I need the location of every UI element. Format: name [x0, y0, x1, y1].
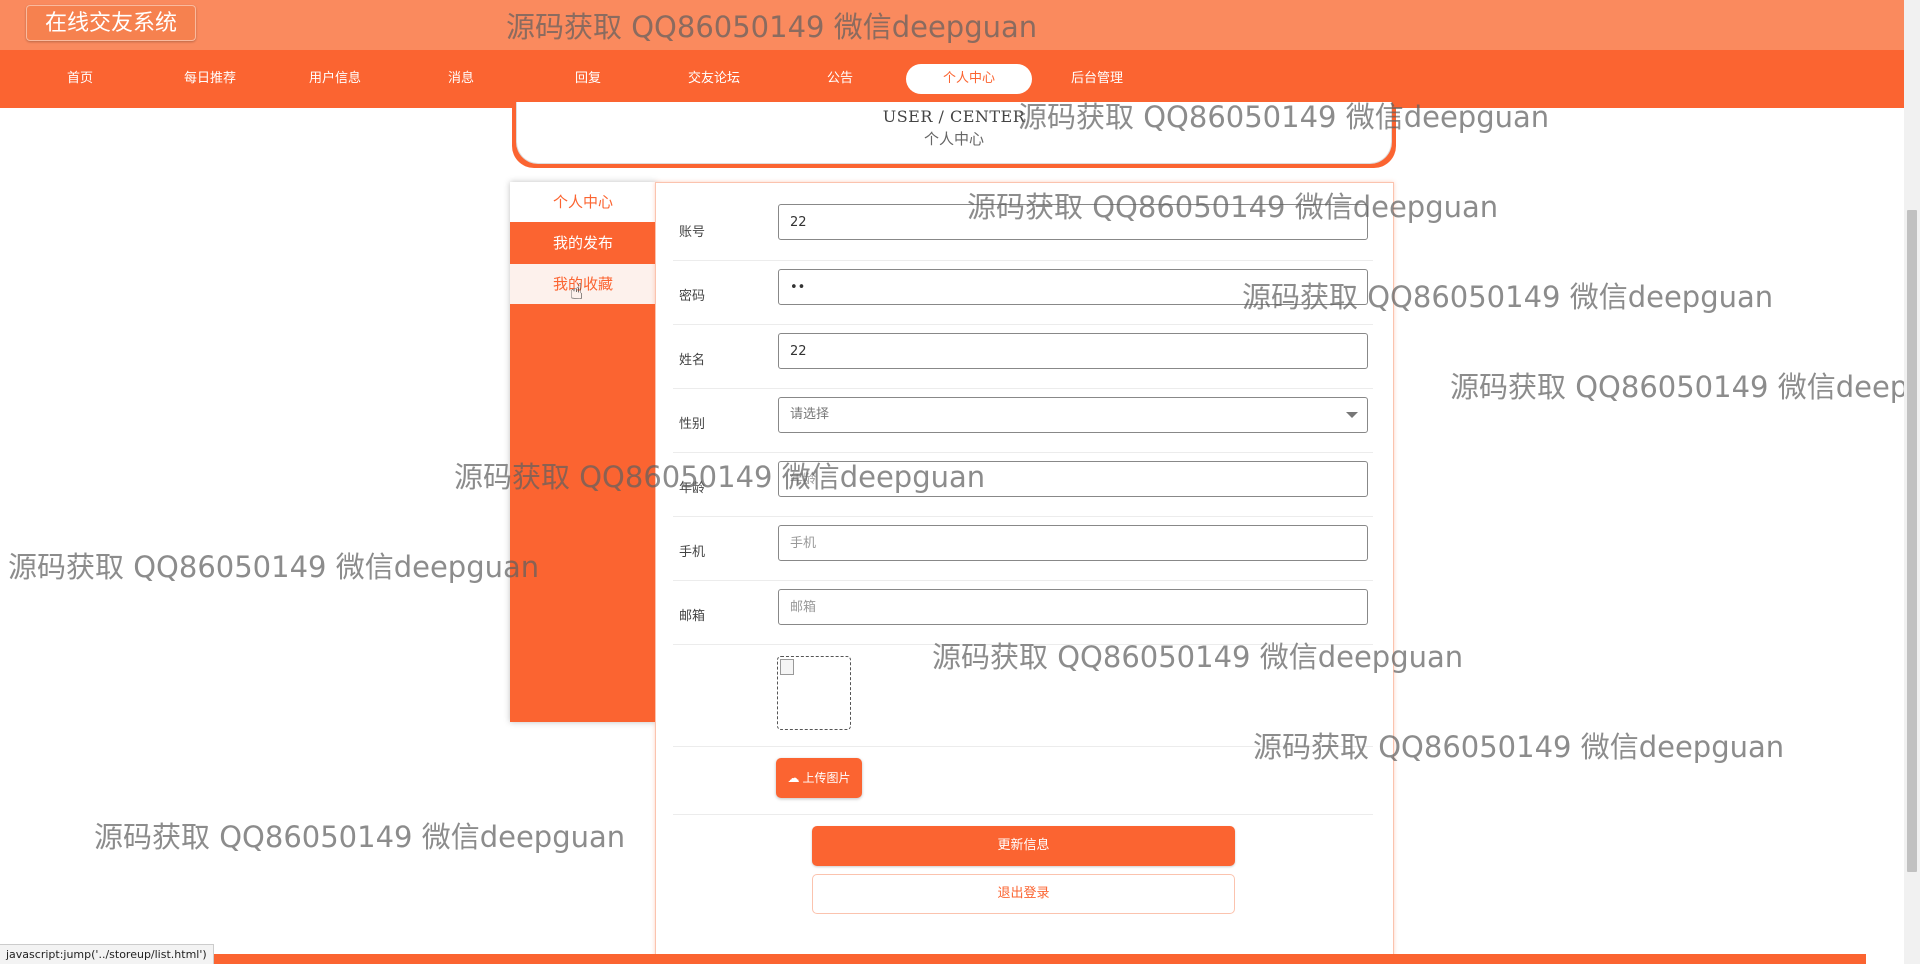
broken-image-icon [780, 659, 794, 675]
nav-item-home[interactable]: 首页 [36, 64, 124, 94]
browser-status-bar: javascript:jump('../storeup/list.html') [0, 944, 214, 964]
watermark: 源码获取 QQ86050149 微信deepguan [1450, 370, 1904, 404]
gender-select[interactable]: 请选择 [778, 397, 1368, 433]
chevron-down-icon [1346, 412, 1358, 418]
nav-item-messages[interactable]: 消息 [416, 64, 506, 94]
nav-item-notice[interactable]: 公告 [795, 64, 885, 94]
watermark: 源码获取 QQ86050149 微信deepguan [94, 820, 626, 854]
update-info-button[interactable]: 更新信息 [812, 826, 1235, 866]
page: 在线交友系统 首页 每日推荐 用户信息 消息 回复 交友论坛 公告 个人中心 后… [0, 0, 1920, 964]
nav-bar: 首页 每日推荐 用户信息 消息 回复 交友论坛 公告 个人中心 后台管理 [0, 50, 1904, 108]
form-row-gender: 性别 请选择 [673, 389, 1373, 453]
form-row-name: 姓名 [673, 325, 1373, 389]
gender-selected-value: 请选择 [790, 407, 830, 422]
banner-title-en: USER / CENTER [882, 107, 1026, 126]
side-item-user-center[interactable]: 个人中心 [510, 182, 656, 222]
cloud-upload-icon: ☁ [787, 771, 800, 785]
form-row-age: 年龄 [673, 453, 1373, 517]
age-input[interactable] [778, 461, 1368, 497]
side-item-my-posts[interactable]: 我的发布 [510, 223, 656, 263]
form-row-phone: 手机 [673, 517, 1373, 581]
phone-label: 手机 [679, 545, 706, 560]
account-input[interactable] [778, 204, 1368, 240]
nav-item-replies[interactable]: 回复 [543, 64, 633, 94]
email-label: 邮箱 [679, 609, 706, 624]
banner-title-cn: 个人中心 [923, 130, 984, 148]
email-input[interactable] [778, 589, 1368, 625]
watermark: 源码获取 QQ86050149 微信deepguan [8, 550, 540, 584]
footer-bar [0, 954, 1866, 964]
phone-input[interactable] [778, 525, 1368, 561]
upload-image-label: 上传图片 [802, 771, 851, 785]
nav-item-user-center[interactable]: 个人中心 [906, 64, 1032, 94]
form-row-email: 邮箱 [673, 581, 1373, 645]
account-label: 账号 [679, 225, 706, 240]
age-label: 年龄 [679, 481, 706, 496]
password-input[interactable] [778, 269, 1368, 305]
nav-item-user-info[interactable]: 用户信息 [290, 64, 380, 94]
gender-label: 性别 [679, 417, 706, 432]
scrollbar-thumb[interactable] [1907, 210, 1917, 872]
nav-item-admin[interactable]: 后台管理 [1050, 64, 1144, 94]
nav-item-daily-recommend[interactable]: 每日推荐 [163, 64, 257, 94]
form-row-account: 账号 [673, 197, 1373, 261]
form-row-password: 密码 [673, 261, 1373, 325]
title-bar: 在线交友系统 [0, 0, 1904, 50]
side-menu: 个人中心 我的发布 我的收藏 [510, 182, 656, 722]
name-input[interactable] [778, 333, 1368, 369]
name-label: 姓名 [679, 353, 706, 368]
hand-pointer-cursor-icon: ☝ [570, 280, 584, 305]
password-label: 密码 [679, 289, 706, 304]
logout-button[interactable]: 退出登录 [812, 874, 1235, 914]
upload-image-button[interactable]: ☁ 上传图片 [776, 758, 862, 798]
avatar-preview [777, 656, 851, 730]
nav-item-forum[interactable]: 交友论坛 [668, 64, 760, 94]
site-title[interactable]: 在线交友系统 [26, 5, 197, 41]
user-center-banner: USER / CENTER 个人中心 [516, 102, 1392, 164]
